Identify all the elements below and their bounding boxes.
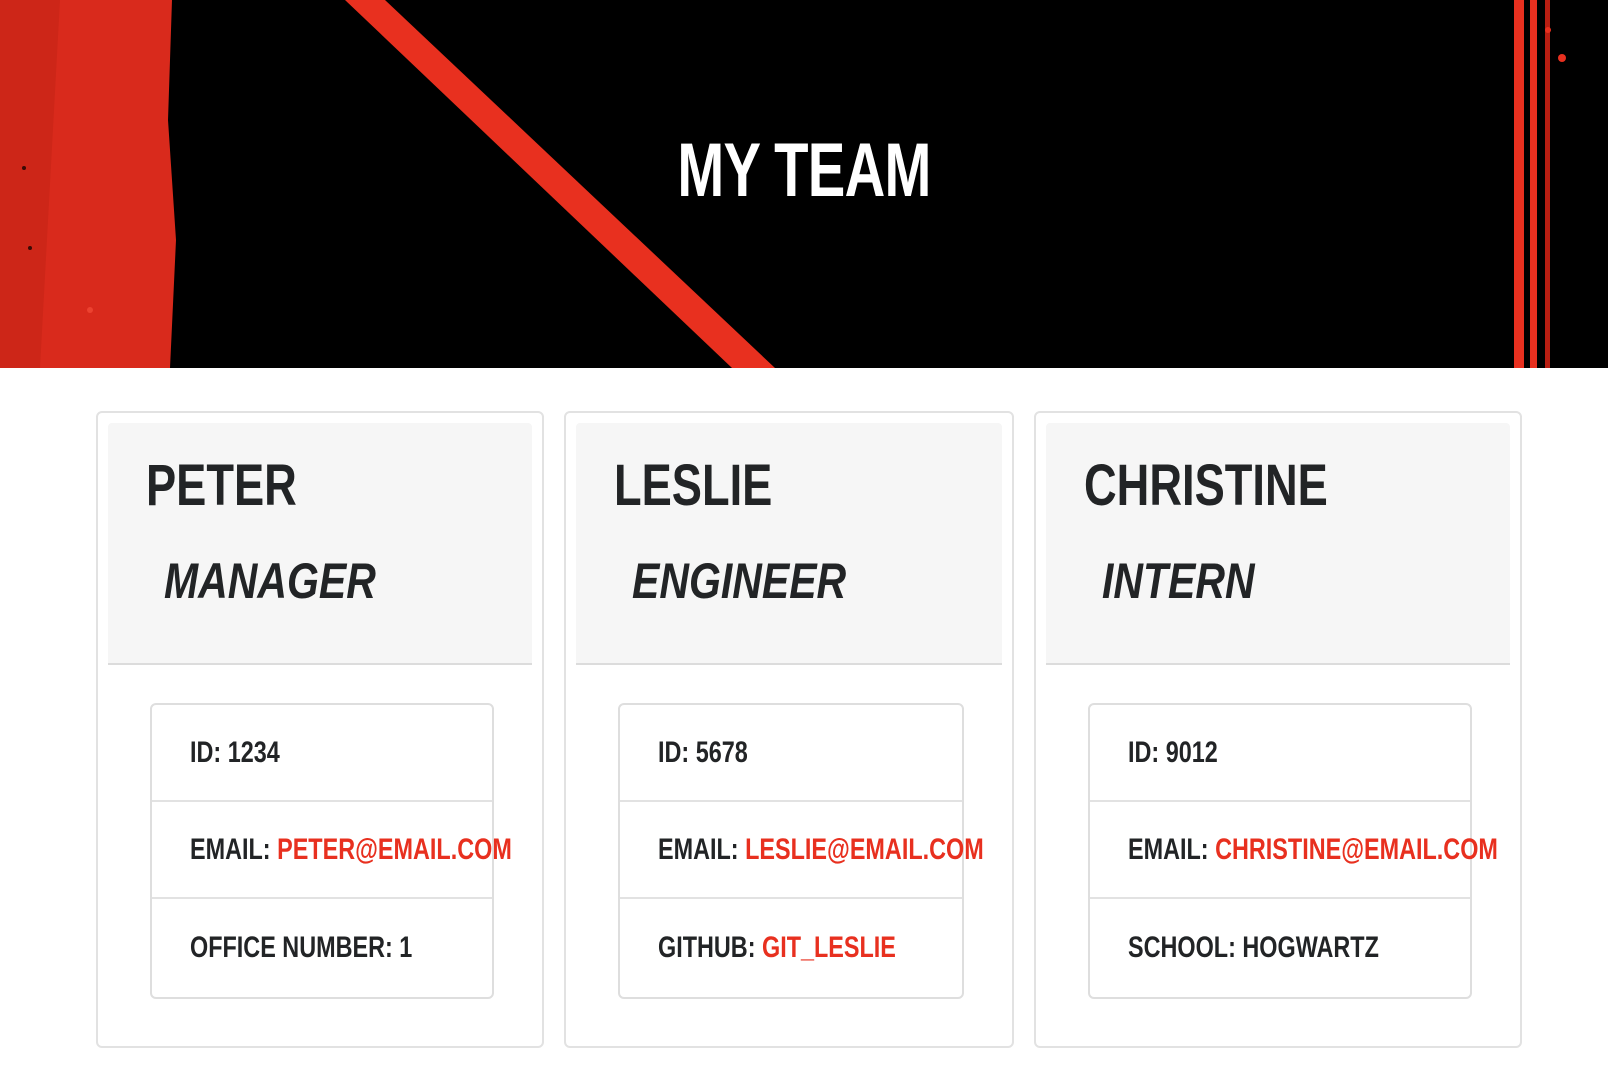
info-row-id: ID: 1234	[152, 705, 492, 802]
employee-info-list: ID: 1234 EMAIL: PETER@EMAIL.COM OFFICE N…	[150, 703, 512, 999]
github-link[interactable]: GIT_LESLIE	[762, 931, 896, 964]
id-label: ID:	[658, 735, 696, 769]
employee-name: PETER	[146, 453, 297, 518]
employee-info-list: ID: 5678 EMAIL: LESLIE@EMAIL.COM GITHUB:…	[618, 703, 984, 999]
employee-role: INTERN	[1102, 553, 1255, 609]
employee-card-intern: CHRISTINE INTERN ID: 9012 EMAIL: CHRISTI…	[1034, 411, 1522, 1048]
school-value: HOGWARTZ	[1242, 930, 1379, 964]
info-row-email: EMAIL: CHRISTINE@EMAIL.COM	[1090, 802, 1498, 899]
info-row-email: EMAIL: LESLIE@EMAIL.COM	[620, 802, 984, 899]
id-label: ID:	[190, 735, 228, 769]
employee-role: MANAGER	[164, 553, 376, 609]
id-value: 5678	[695, 735, 748, 769]
office-number-label: OFFICE NUMBER:	[190, 930, 400, 964]
email-link[interactable]: CHRISTINE@EMAIL.COM	[1215, 833, 1498, 866]
page-title: MY TEAM	[677, 128, 931, 213]
employee-card-manager: PETER MANAGER ID: 1234 EMAIL: PETER@EMAI…	[96, 411, 544, 1048]
info-row-id: ID: 5678	[620, 705, 962, 802]
employee-role: ENGINEER	[632, 553, 847, 609]
office-number-value: 1	[399, 930, 413, 964]
id-value: 1234	[227, 735, 280, 769]
email-link[interactable]: LESLIE@EMAIL.COM	[745, 833, 984, 866]
info-row-office-number: OFFICE NUMBER: 1	[152, 899, 492, 996]
card-header: LESLIE ENGINEER	[576, 423, 1002, 665]
email-label: EMAIL:	[658, 832, 746, 866]
hero-banner: MY TEAM	[0, 0, 1608, 368]
email-label: EMAIL:	[1128, 832, 1216, 866]
github-label: GITHUB:	[658, 930, 762, 964]
info-row-email: EMAIL: PETER@EMAIL.COM	[152, 802, 512, 899]
employee-info-list: ID: 9012 EMAIL: CHRISTINE@EMAIL.COM SCHO…	[1088, 703, 1498, 999]
card-header: PETER MANAGER	[108, 423, 532, 665]
info-row-school: SCHOOL: HOGWARTZ	[1090, 899, 1470, 996]
employee-name: CHRISTINE	[1084, 453, 1328, 518]
card-header: CHRISTINE INTERN	[1046, 423, 1510, 665]
school-label: SCHOOL:	[1128, 930, 1243, 964]
info-row-id: ID: 9012	[1090, 705, 1470, 802]
employee-card-engineer: LESLIE ENGINEER ID: 5678 EMAIL: LESLIE@E…	[564, 411, 1014, 1048]
id-value: 9012	[1165, 735, 1218, 769]
email-link[interactable]: PETER@EMAIL.COM	[277, 833, 512, 866]
id-label: ID:	[1128, 735, 1166, 769]
info-row-github: GITHUB: GIT_LESLIE	[620, 899, 962, 996]
employee-name: LESLIE	[614, 453, 773, 518]
email-label: EMAIL:	[190, 832, 278, 866]
